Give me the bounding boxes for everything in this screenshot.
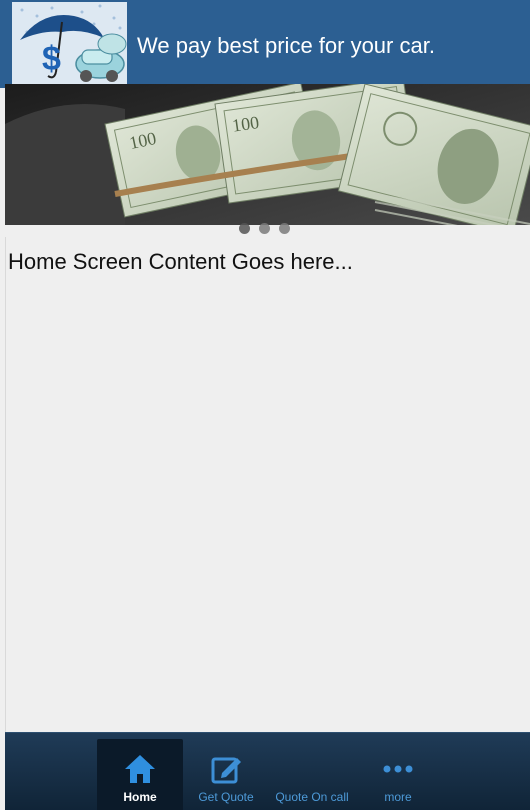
- tab-more[interactable]: more: [355, 739, 441, 810]
- tab-home[interactable]: Home: [97, 739, 183, 810]
- bottom-tab-bar: Home Get Quote Quote On call more: [5, 732, 530, 810]
- svg-text:100: 100: [231, 112, 261, 136]
- logo-image: $: [12, 2, 127, 84]
- tab-quote-on-call-label: Quote On call: [275, 790, 349, 804]
- tab-quote-on-call[interactable]: Quote On call: [269, 739, 355, 810]
- tab-more-label: more: [384, 790, 412, 804]
- tab-get-quote-label: Get Quote: [198, 790, 254, 804]
- svg-text:$: $: [42, 40, 61, 78]
- tab-get-quote[interactable]: Get Quote: [183, 739, 269, 810]
- app-header: $ We pay best price for your car.: [0, 0, 530, 88]
- slider-pagination[interactable]: [239, 223, 290, 234]
- more-dots-icon: [383, 765, 413, 773]
- header-tagline: We pay best price for your car.: [137, 33, 435, 58]
- app-screen: $ We pay best price for your car. 100 10…: [0, 0, 530, 810]
- banner-image-slider[interactable]: 100 100 100: [5, 84, 530, 225]
- slider-dot-1[interactable]: [239, 223, 250, 234]
- edit-icon: [211, 757, 241, 784]
- tab-home-label: Home: [123, 790, 157, 804]
- slider-dot-2[interactable]: [259, 223, 270, 234]
- home-icon: [125, 755, 155, 783]
- home-content-area: Home Screen Content Goes here...: [5, 237, 530, 732]
- money-banner-image: 100 100 100: [5, 84, 530, 225]
- home-content-text: Home Screen Content Goes here...: [8, 249, 353, 274]
- slider-dot-3[interactable]: [279, 223, 290, 234]
